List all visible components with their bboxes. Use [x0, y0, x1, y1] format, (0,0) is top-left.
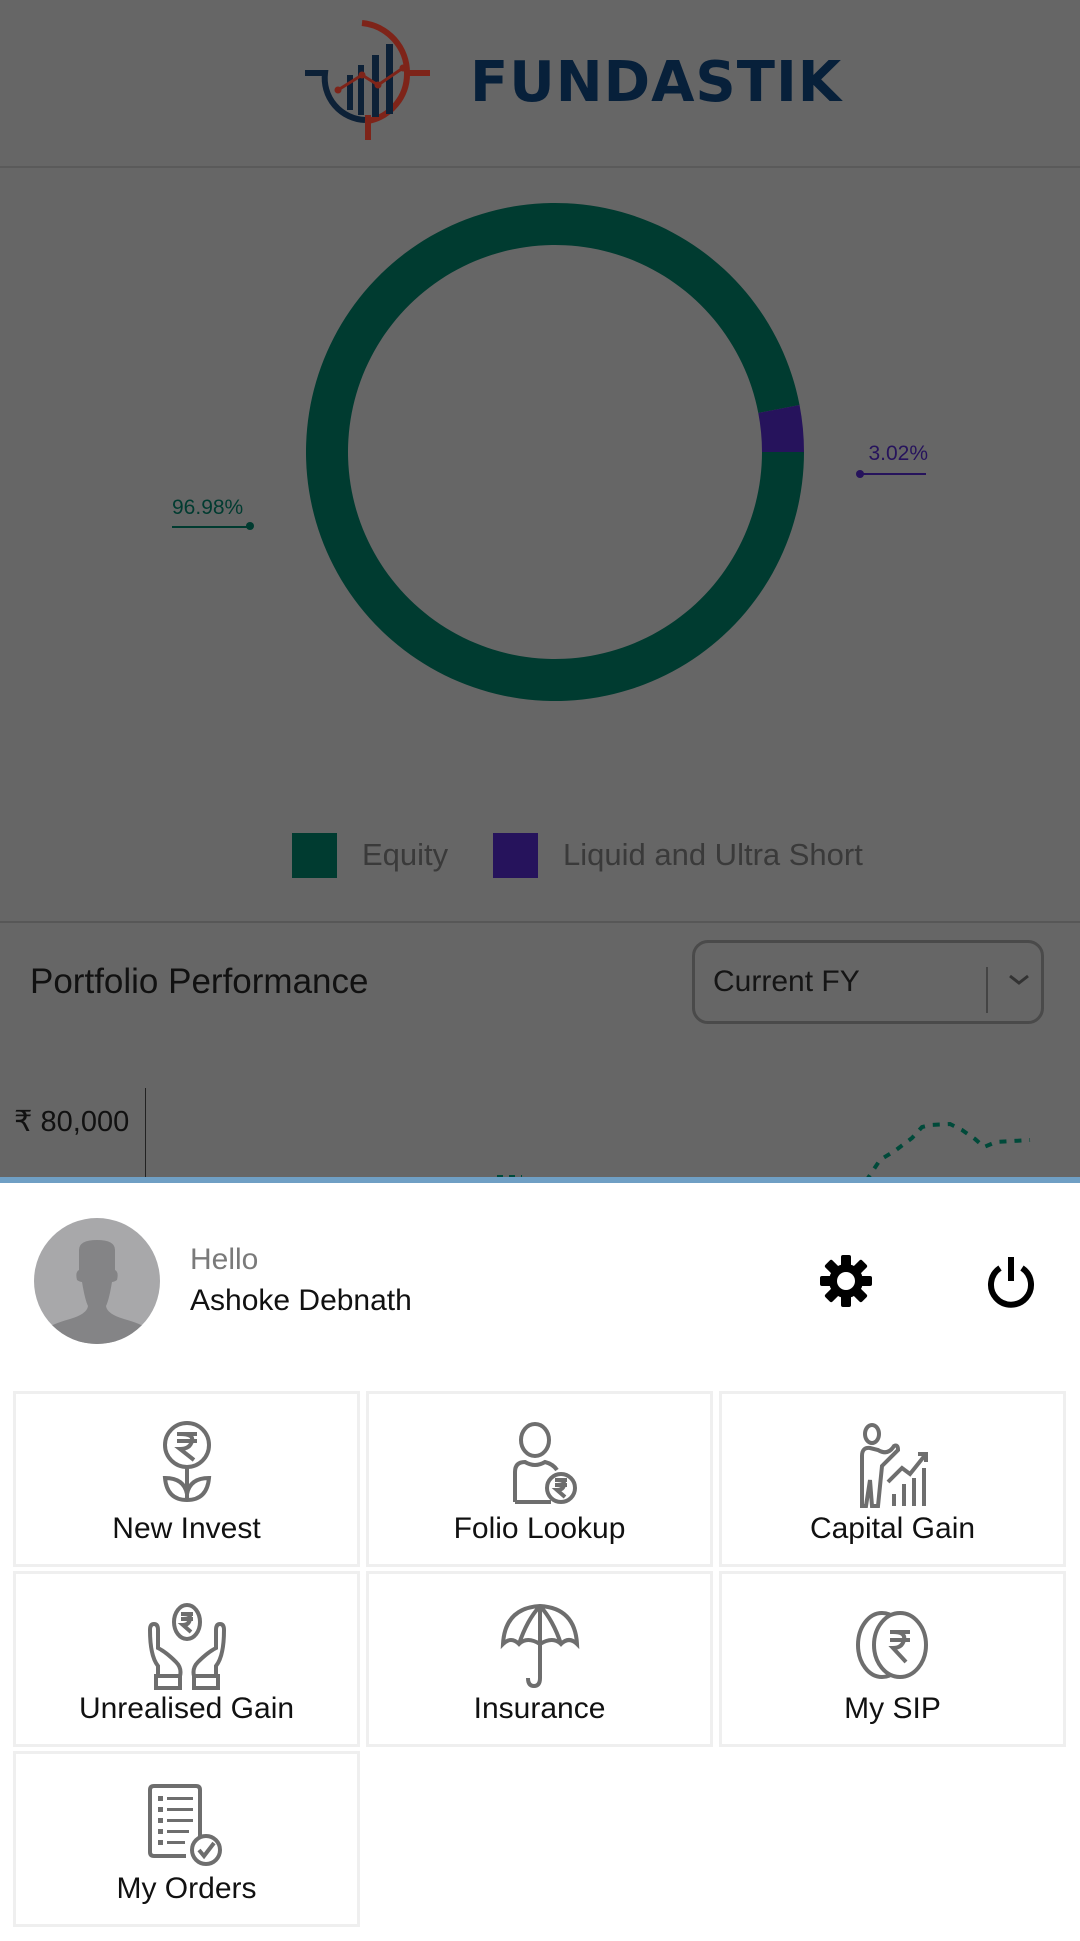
avatar[interactable]: [34, 1218, 160, 1344]
brand-name: FUNDASTIK: [470, 50, 843, 115]
section-divider: [0, 921, 1080, 923]
menu-item-label: My SIP: [844, 1692, 941, 1725]
profile-menu-sheet: Hello Ashoke Debnath New Invest Folio Lo…: [0, 1183, 1080, 1941]
legend-label: Liquid and Ultra Short: [563, 837, 863, 872]
menu-item-unrealised-gain[interactable]: Unrealised Gain: [13, 1571, 360, 1747]
menu-item-label: Insurance: [473, 1692, 606, 1725]
menu-item-my-orders[interactable]: My Orders: [13, 1751, 360, 1927]
chart-target-logo-icon: [305, 20, 430, 140]
rupee-coins-icon: [855, 1611, 928, 1679]
rupee-plant-icon: [162, 1421, 211, 1502]
umbrella-icon: [500, 1603, 579, 1689]
allocation-donut-chart: 96.98% 3.02%: [172, 202, 928, 701]
menu-item-my-sip[interactable]: My SIP: [719, 1571, 1066, 1747]
background-dashboard: FUNDASTIK 96.98% 3.02% Equity Liquid and …: [0, 0, 1080, 1180]
power-icon[interactable]: [981, 1251, 1041, 1311]
menu-item-label: New Invest: [112, 1512, 261, 1545]
chevron-down-icon[interactable]: [1004, 965, 1034, 995]
menu-item-label: My Orders: [116, 1872, 257, 1905]
period-dropdown[interactable]: Current FY: [692, 940, 1044, 1024]
chart-legend: Equity Liquid and Ultra Short: [0, 832, 1080, 878]
greeting-text: Hello: [190, 1243, 259, 1276]
performance-line-segment: [864, 1121, 1031, 1180]
brand-logo: FUNDASTIK: [305, 20, 841, 145]
legend-item-equity[interactable]: Equity: [292, 832, 448, 878]
presenter-growth-chart-icon: [859, 1423, 928, 1508]
checklist-icon: [147, 1784, 222, 1866]
legend-swatch-liquid: [493, 832, 538, 878]
dropdown-separator: [986, 967, 988, 1013]
performance-line-series: [497, 1121, 1031, 1180]
donut-slice-equity[interactable]: [306, 202, 804, 701]
menu-item-new-invest[interactable]: New Invest: [13, 1391, 360, 1567]
period-dropdown-value: Current FY: [713, 965, 860, 998]
user-silhouette-icon: [44, 1240, 150, 1344]
data-label-dot: [856, 470, 864, 478]
user-name: Ashoke Debnath: [190, 1284, 412, 1317]
donut-slice-liquid-and-ultra-short[interactable]: [758, 405, 804, 452]
menu-item-insurance[interactable]: Insurance: [366, 1571, 713, 1747]
legend-item-liquid[interactable]: Liquid and Ultra Short: [493, 832, 863, 878]
user-rupee-icon: [512, 1422, 577, 1504]
menu-item-label: Folio Lookup: [453, 1512, 626, 1545]
hands-rupee-icon: [147, 1603, 226, 1690]
menu-item-label: Unrealised Gain: [78, 1692, 295, 1725]
menu-item-folio-lookup[interactable]: Folio Lookup: [366, 1391, 713, 1567]
data-label-dot: [246, 522, 254, 530]
menu-item-label: Capital Gain: [809, 1512, 976, 1545]
portfolio-performance-title: Portfolio Performance: [30, 962, 369, 1001]
gear-icon[interactable]: [816, 1251, 876, 1311]
app-header: FUNDASTIK: [0, 0, 1080, 168]
legend-swatch-equity: [292, 832, 337, 878]
menu-item-capital-gain[interactable]: Capital Gain: [719, 1391, 1066, 1567]
data-label: 96.98%: [172, 496, 243, 519]
legend-label: Equity: [362, 837, 449, 872]
data-label: 3.02%: [868, 442, 928, 465]
